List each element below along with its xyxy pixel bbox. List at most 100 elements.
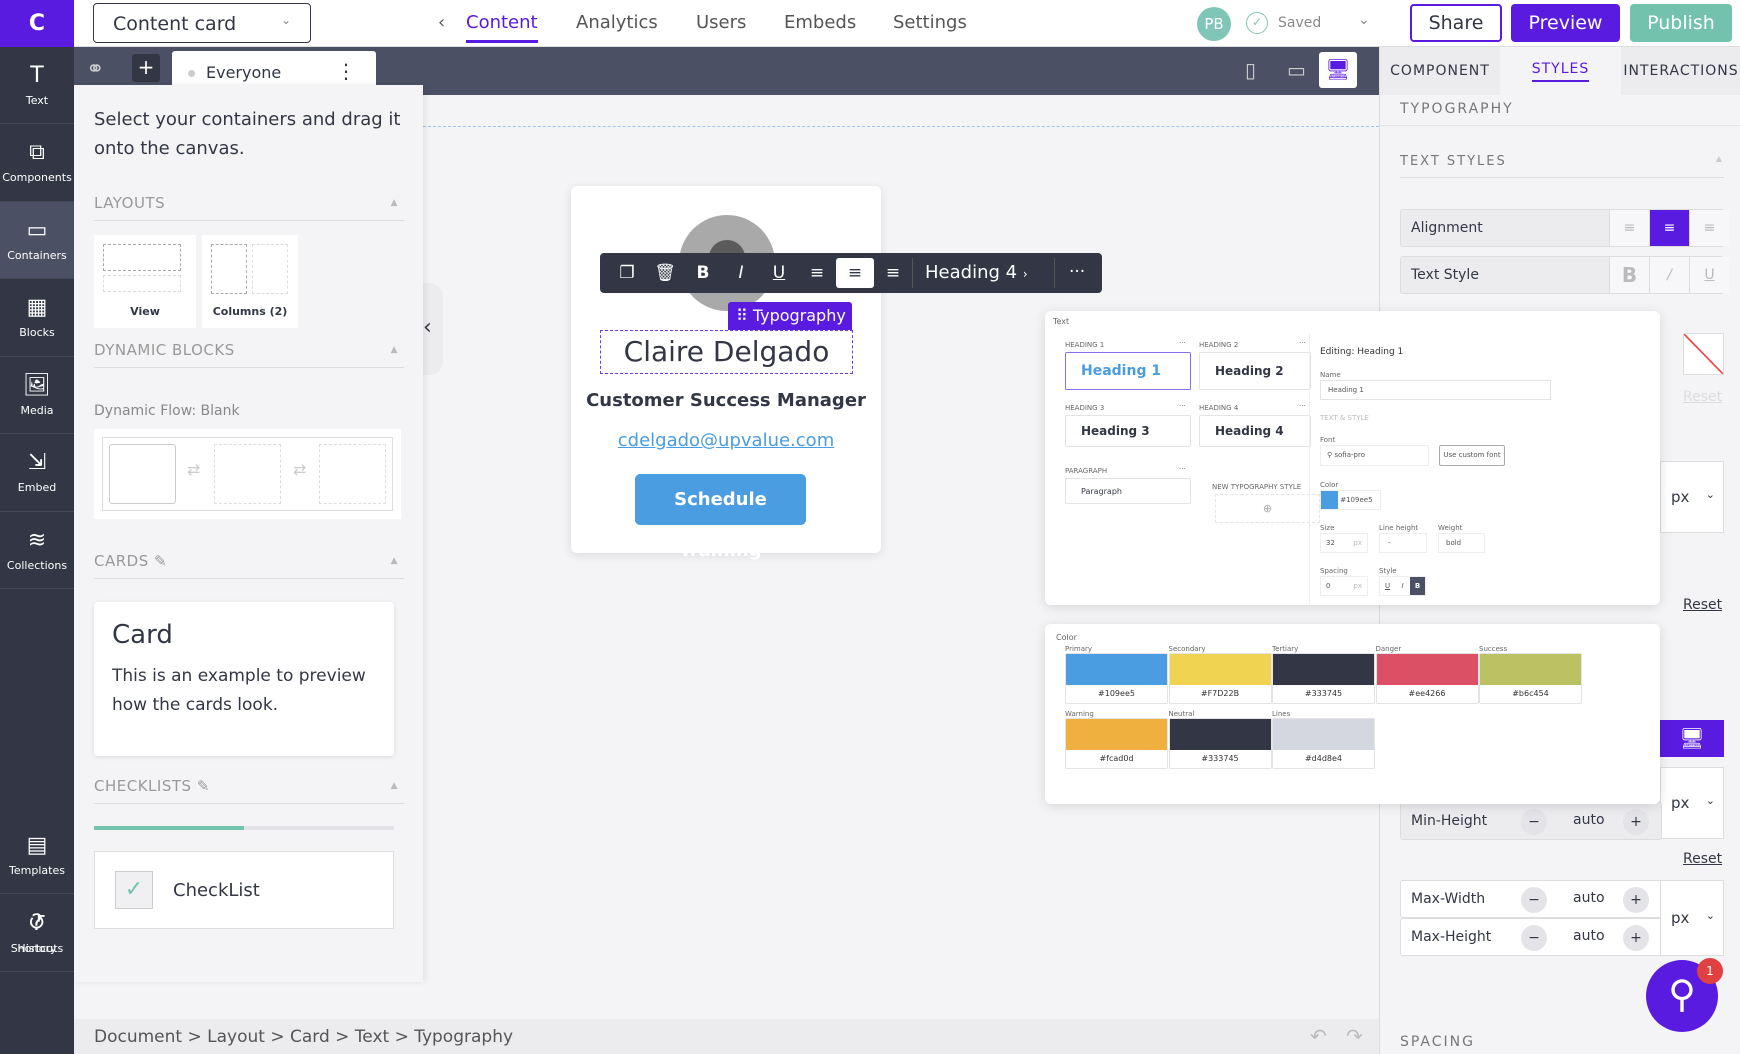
- italic-icon[interactable]: I: [722, 258, 760, 288]
- nav-embeds[interactable]: Embeds: [784, 12, 856, 33]
- no-color-swatch[interactable]: [1683, 333, 1724, 375]
- color-swatch-tertiary[interactable]: #333745: [1272, 653, 1375, 704]
- section-cards[interactable]: CARDS ✎ ▲: [94, 552, 404, 579]
- nav-settings[interactable]: Settings: [893, 12, 967, 33]
- layout-view[interactable]: View: [94, 235, 196, 328]
- section-checklists[interactable]: CHECKLISTS ✎ ▲: [94, 777, 404, 804]
- sidebar-item-text[interactable]: T Text: [0, 47, 74, 124]
- color-swatch-warning[interactable]: #fcad0d: [1065, 718, 1168, 769]
- more-icon[interactable]: ···: [1299, 339, 1306, 347]
- plus-icon[interactable]: +: [1623, 887, 1649, 913]
- align-right-icon[interactable]: ≡: [1689, 210, 1729, 246]
- nav-back-icon[interactable]: ‹: [438, 12, 445, 33]
- typography-tag[interactable]: ⠿ Typography: [728, 302, 852, 330]
- add-segment-button[interactable]: +: [132, 54, 160, 82]
- bold-icon[interactable]: B: [1609, 257, 1649, 293]
- plus-icon[interactable]: +: [1623, 809, 1649, 835]
- breadcrumb[interactable]: Document > Layout > Card > Text > Typogr…: [74, 1019, 1379, 1054]
- color-swatch-neutral[interactable]: #333745: [1168, 718, 1272, 769]
- tab-styles[interactable]: STYLES: [1500, 47, 1621, 95]
- desktop-view-icon[interactable]: 🖥: [1660, 720, 1724, 757]
- italic-icon[interactable]: I: [1395, 577, 1410, 595]
- pencil-icon[interactable]: ✎: [197, 777, 210, 795]
- layout-columns[interactable]: Columns (2): [202, 235, 298, 328]
- share-button[interactable]: Share: [1410, 4, 1502, 42]
- card-preview[interactable]: Card This is an example to preview how th…: [94, 602, 394, 756]
- sidebar-item-media[interactable]: 🖼 Media: [0, 357, 74, 434]
- sidebar-item-templates[interactable]: ▤ Templates: [0, 817, 74, 894]
- reset-link[interactable]: Reset: [1683, 597, 1722, 613]
- bold-icon[interactable]: B: [1410, 577, 1425, 595]
- card-email-link[interactable]: cdelgado@upvalue.com: [571, 430, 881, 451]
- unit-select[interactable]: px ⌄: [1660, 767, 1724, 839]
- nav-content[interactable]: Content: [466, 12, 538, 43]
- chevron-down-icon[interactable]: ⌄: [1358, 12, 1370, 28]
- sidebar-item-collections[interactable]: ≋ Collections: [0, 512, 74, 589]
- minus-icon[interactable]: −: [1521, 887, 1547, 913]
- color-swatch-danger[interactable]: #ee4266: [1375, 653, 1479, 704]
- align-right-icon[interactable]: ≡: [874, 258, 912, 288]
- sidebar-item-containers[interactable]: ▭ Containers: [0, 202, 74, 279]
- font-search[interactable]: ⚲ sofia-pro: [1320, 445, 1429, 466]
- spacing-input[interactable]: 0 px: [1320, 576, 1368, 596]
- reset-link[interactable]: Reset: [1683, 389, 1722, 405]
- unit-select[interactable]: px ⌄: [1660, 461, 1724, 533]
- color-input[interactable]: #109ee5: [1320, 490, 1381, 510]
- desktop-view-icon[interactable]: 🖥: [1319, 52, 1357, 88]
- line-height-input[interactable]: -: [1379, 533, 1427, 553]
- more-icon[interactable]: ···: [1179, 402, 1186, 410]
- sidebar-item-shortcuts[interactable]: ? Shortcuts: [0, 895, 74, 972]
- underline-icon[interactable]: U: [1689, 257, 1729, 293]
- duplicate-icon[interactable]: ❐: [608, 258, 646, 288]
- segments-icon[interactable]: ⚭: [86, 57, 104, 82]
- minus-icon[interactable]: −: [1521, 925, 1547, 951]
- text-style-card[interactable]: Heading 2: [1199, 352, 1311, 390]
- sidebar-item-blocks[interactable]: ▦ Blocks: [0, 280, 74, 357]
- sidebar-item-embed[interactable]: ⇲ Embed: [0, 435, 74, 512]
- text-style-card[interactable]: Paragraph: [1065, 478, 1191, 504]
- sidebar-item-components[interactable]: ⧉ Components: [0, 125, 74, 202]
- preview-button[interactable]: Preview: [1511, 4, 1620, 42]
- color-swatch-success[interactable]: #b6c454: [1479, 653, 1582, 704]
- weight-select[interactable]: bold: [1438, 533, 1485, 553]
- text-style-select[interactable]: Heading 4 ›: [912, 258, 1054, 288]
- mobile-view-icon[interactable]: ▯: [1245, 58, 1256, 82]
- color-swatch-primary[interactable]: #109ee5: [1065, 653, 1168, 704]
- nav-analytics[interactable]: Analytics: [576, 12, 658, 33]
- text-style-card[interactable]: Heading 4: [1199, 415, 1311, 447]
- content-card[interactable]: Claire Delgado ⠿ Typography Customer Suc…: [571, 186, 881, 561]
- align-left-icon[interactable]: ≡: [798, 258, 836, 288]
- color-swatch-secondary[interactable]: #F7D22B: [1168, 653, 1272, 704]
- underline-icon[interactable]: U: [1380, 577, 1395, 595]
- dynamic-flow-blank[interactable]: ⇄ ⇄: [94, 429, 401, 519]
- reset-link[interactable]: Reset: [1683, 851, 1722, 867]
- trash-icon[interactable]: 🗑: [646, 258, 684, 288]
- text-style-card[interactable]: Heading 1: [1065, 352, 1191, 390]
- size-input[interactable]: 32 px: [1320, 533, 1368, 553]
- align-left-icon[interactable]: ≡: [1609, 210, 1649, 246]
- publish-button[interactable]: Publish: [1630, 4, 1732, 42]
- underline-icon[interactable]: U: [760, 258, 798, 288]
- undo-icon[interactable]: ↶: [1310, 1024, 1327, 1048]
- pencil-icon[interactable]: ✎: [154, 552, 167, 570]
- use-custom-font-button[interactable]: Use custom font: [1439, 445, 1505, 466]
- max-height-value[interactable]: auto: [1573, 928, 1605, 944]
- align-center-icon[interactable]: ≡: [836, 258, 874, 288]
- tab-interactions[interactable]: INTERACTIONS: [1621, 47, 1740, 95]
- name-input[interactable]: Heading 1: [1320, 380, 1551, 400]
- app-logo[interactable]: C: [0, 0, 74, 47]
- minus-icon[interactable]: −: [1521, 809, 1547, 835]
- nav-users[interactable]: Users: [696, 12, 746, 33]
- document-select[interactable]: Content card ⌄: [93, 3, 311, 43]
- color-swatch-lines[interactable]: #d4d8e4: [1272, 718, 1375, 769]
- text-style-card[interactable]: Heading 3: [1065, 415, 1191, 447]
- more-icon[interactable]: ···: [1179, 339, 1186, 347]
- more-vertical-icon[interactable]: ⋮: [336, 59, 356, 83]
- section-dynamic-blocks[interactable]: DYNAMIC BLOCKS ▲: [94, 341, 404, 368]
- more-icon[interactable]: ···: [1179, 465, 1186, 473]
- italic-icon[interactable]: /: [1649, 257, 1689, 293]
- checklist-item[interactable]: ✓ CheckList: [94, 851, 394, 929]
- plus-icon[interactable]: +: [1623, 925, 1649, 951]
- tablet-view-icon[interactable]: ▭: [1287, 58, 1306, 82]
- more-icon[interactable]: ···: [1054, 258, 1099, 288]
